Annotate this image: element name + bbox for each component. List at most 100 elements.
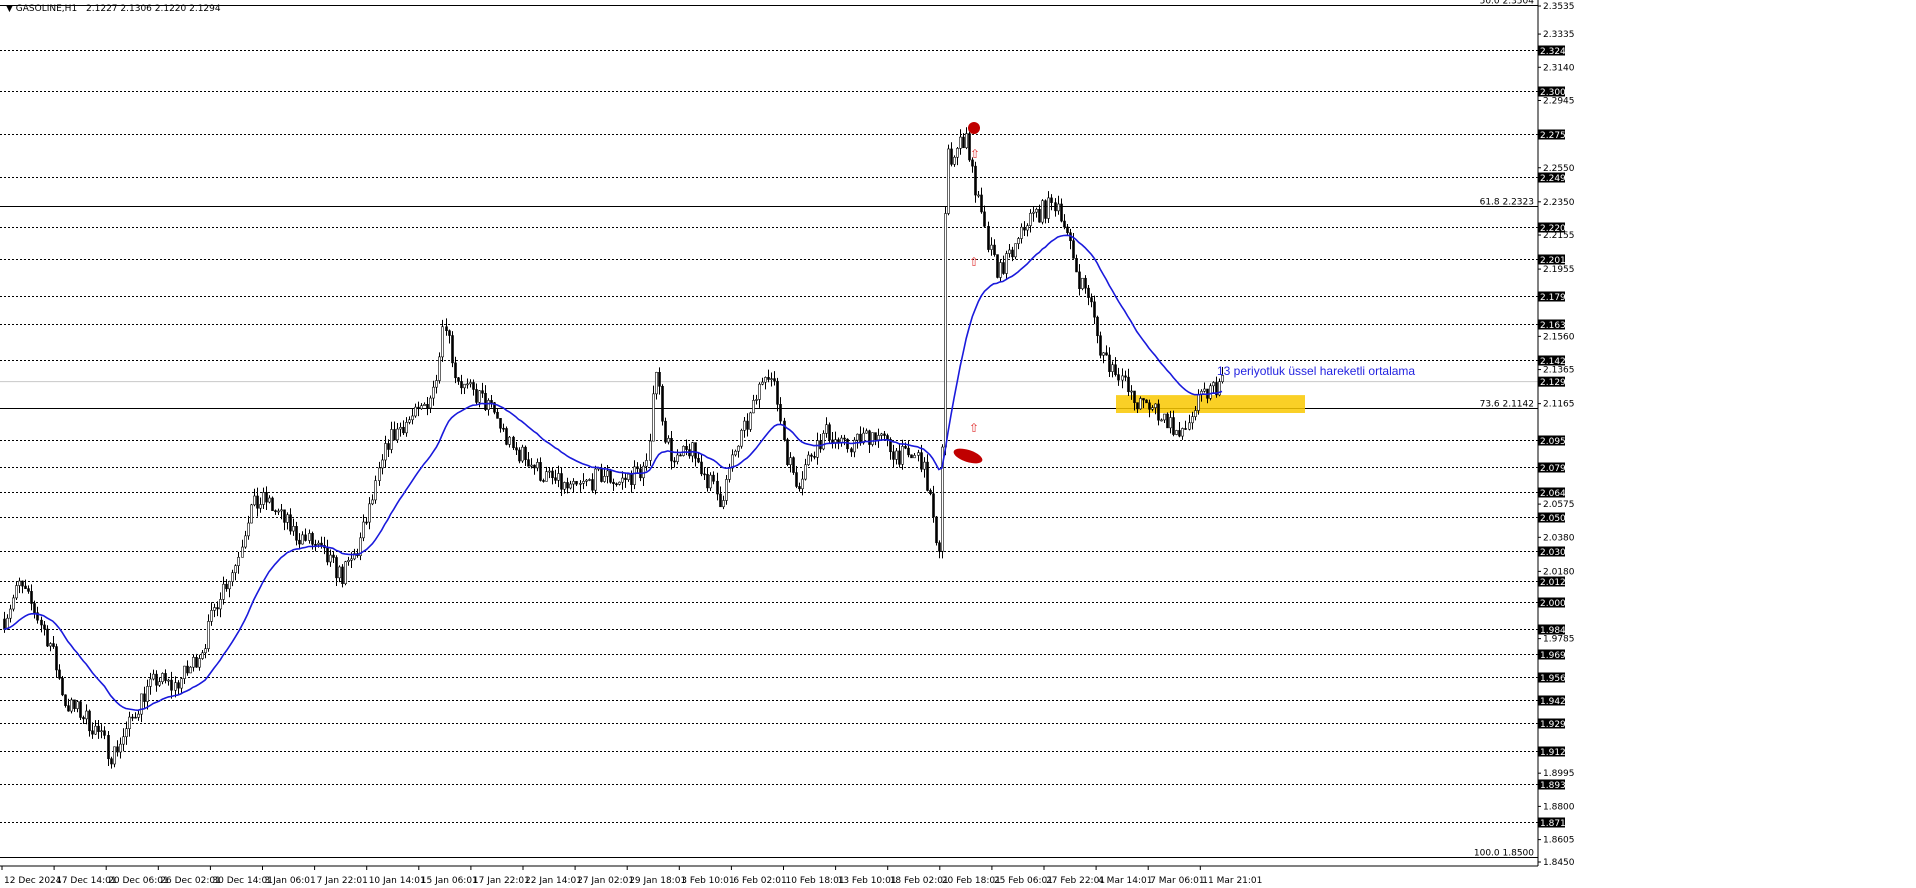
candle-body: [999, 262, 1002, 278]
candle-body: [387, 443, 390, 450]
candle-body: [1093, 301, 1096, 318]
candle-body: [259, 504, 262, 509]
level-label: 2.2750: [1540, 131, 1572, 141]
price-tick-label: 2.1955: [1543, 265, 1575, 275]
candle-body: [1136, 402, 1139, 410]
candle-body: [231, 572, 234, 582]
candle-body: [810, 454, 813, 457]
candle-body: [962, 136, 965, 149]
candle-body: [728, 467, 731, 480]
candle-body: [938, 542, 941, 552]
candle-body: [655, 371, 658, 395]
candle-body: [320, 542, 323, 546]
candle-body: [712, 474, 715, 482]
candle-body: [670, 437, 673, 462]
level-label: 2.0300: [1540, 548, 1572, 558]
candle-body: [697, 457, 700, 463]
price-tick-label: 1.8800: [1543, 802, 1575, 812]
candle-body: [990, 244, 993, 250]
candle-body: [341, 566, 344, 584]
candle-body: [773, 378, 776, 382]
candle-body: [463, 383, 466, 389]
current-price-label: 2.1294: [1540, 378, 1572, 388]
candle-body: [612, 481, 615, 485]
candle-body: [1194, 410, 1197, 417]
candle-body: [734, 450, 737, 456]
candle-body: [1139, 398, 1142, 410]
candle-body: [505, 428, 508, 445]
price-tick-label: 2.2155: [1543, 231, 1575, 241]
candle-body: [822, 433, 825, 450]
arrow-up-icon: ⇧: [970, 147, 980, 161]
candle-body: [314, 544, 317, 546]
candle-body: [944, 213, 947, 448]
candle-body: [393, 429, 396, 441]
candle-body: [478, 390, 481, 403]
time-tick-label: 20 Feb 18:01: [942, 876, 1001, 886]
candle-body: [222, 583, 225, 600]
candle-body: [588, 479, 591, 481]
candle-body: [1063, 220, 1066, 228]
candle-body: [594, 468, 597, 491]
candle-body: [1151, 407, 1154, 410]
candle-body: [1178, 430, 1181, 437]
candle-body: [743, 420, 746, 431]
candle-body: [170, 679, 173, 691]
marker-top: [968, 122, 980, 134]
price-tick-label: 2.2945: [1543, 96, 1575, 106]
candle-body: [630, 473, 633, 485]
candle-body: [652, 393, 655, 442]
candle-body: [691, 442, 694, 457]
candle-body: [399, 426, 402, 430]
candle-body: [457, 377, 460, 382]
price-chart[interactable]: 50.0 2.3504 61.8 2.2323 73.6 2.1142 100.0 1…: [0, 0, 1916, 888]
candle-body: [1209, 385, 1212, 399]
candle-body: [167, 679, 170, 682]
candle-body: [445, 326, 448, 331]
candle-body: [384, 443, 387, 461]
candle-body: [621, 477, 624, 483]
time-tick-label: 25 Feb 06:01: [994, 876, 1053, 886]
candle-body: [390, 429, 393, 450]
candle-body: [49, 643, 52, 647]
candle-body: [1035, 208, 1038, 213]
candle-body: [1121, 375, 1124, 381]
time-tick-label: 13 Feb 10:01: [838, 876, 897, 886]
candle-body: [1212, 382, 1215, 387]
candle-body: [1191, 416, 1194, 424]
candle-body: [752, 400, 755, 414]
level-label: 2.0795: [1540, 464, 1572, 474]
candle-body: [1184, 428, 1187, 430]
candle-body: [256, 495, 259, 509]
dropdown-icon[interactable]: ▼: [6, 4, 13, 14]
candle-body: [843, 437, 846, 440]
candle-body: [947, 148, 950, 214]
candle-body: [183, 665, 186, 679]
candle-body: [329, 554, 332, 563]
candle-body: [3, 618, 6, 630]
candle-body: [709, 474, 712, 489]
candle-body: [481, 390, 484, 394]
candle-body: [776, 380, 779, 405]
candle-body: [917, 452, 920, 456]
candle-body: [636, 466, 639, 470]
candle-body: [1041, 200, 1044, 223]
candle-body: [1148, 402, 1151, 410]
candle-body: [1060, 203, 1063, 222]
candle-body: [487, 400, 490, 410]
candle-body: [1050, 197, 1053, 203]
level-label: 1.9425: [1540, 697, 1572, 707]
candle-body: [1096, 316, 1099, 337]
candle-body: [828, 424, 831, 441]
candle-body: [213, 607, 216, 611]
level-label: 2.0500: [1540, 514, 1572, 524]
candle-body: [125, 728, 128, 738]
candle-body: [786, 439, 789, 466]
candle-body: [706, 474, 709, 489]
candle-body: [700, 461, 703, 475]
candle-body: [527, 459, 530, 467]
candle-body: [262, 492, 265, 505]
candle-body: [536, 462, 539, 469]
candle-body: [280, 509, 283, 512]
candle-body: [119, 743, 122, 753]
